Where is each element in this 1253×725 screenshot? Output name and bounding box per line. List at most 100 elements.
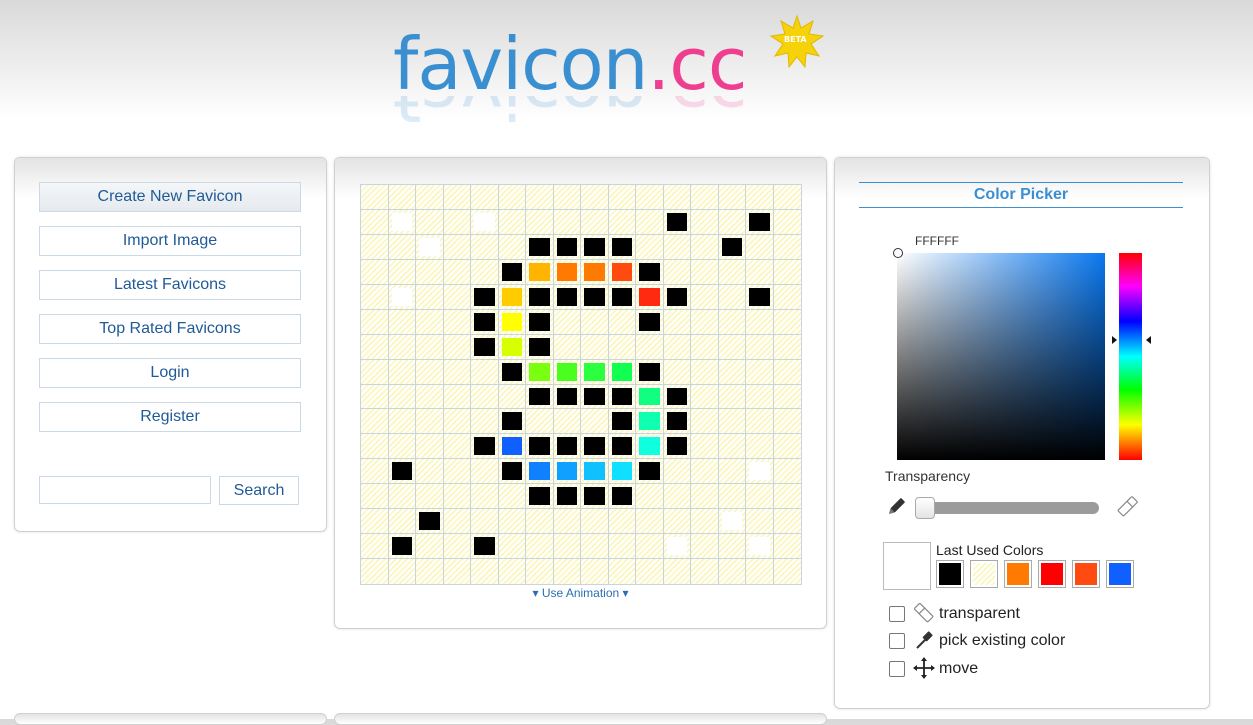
pixel-cell[interactable] <box>636 209 664 235</box>
pixel-cell[interactable] <box>526 459 554 485</box>
pixel-cell[interactable] <box>526 409 554 435</box>
pixel-cell[interactable] <box>608 209 636 235</box>
pixel-cell[interactable] <box>608 509 636 535</box>
pixel-cell[interactable] <box>691 334 719 360</box>
pixel-cell[interactable] <box>553 484 581 510</box>
pixel-cell[interactable] <box>663 309 691 335</box>
pixel-cell[interactable] <box>581 534 609 560</box>
pixel-cell[interactable] <box>361 259 389 285</box>
pixel-cell[interactable] <box>361 459 389 485</box>
pixel-cell[interactable] <box>663 384 691 410</box>
pixel-cell[interactable] <box>663 459 691 485</box>
pixel-cell[interactable] <box>663 259 691 285</box>
pixel-cell[interactable] <box>388 534 416 560</box>
pixel-cell[interactable] <box>718 309 746 335</box>
login-button[interactable]: Login <box>39 358 301 388</box>
last-used-color-swatch[interactable] <box>936 560 964 588</box>
site-logo[interactable]: favicon.cc favicon.cc BETA <box>393 14 833 132</box>
color-selector-handle[interactable] <box>893 248 903 258</box>
pixel-cell[interactable] <box>636 234 664 260</box>
pixel-cell[interactable] <box>498 434 526 460</box>
pixel-cell[interactable] <box>746 284 774 310</box>
pixel-cell[interactable] <box>691 434 719 460</box>
pixel-cell[interactable] <box>691 359 719 385</box>
pixel-cell[interactable] <box>526 484 554 510</box>
pixel-cell[interactable] <box>471 484 499 510</box>
pixel-cell[interactable] <box>388 434 416 460</box>
pixel-cell[interactable] <box>471 434 499 460</box>
pixel-cell[interactable] <box>746 509 774 535</box>
pixel-cell[interactable] <box>581 209 609 235</box>
pixel-cell[interactable] <box>498 234 526 260</box>
pixel-cell[interactable] <box>553 209 581 235</box>
pixel-cell[interactable] <box>416 259 444 285</box>
pixel-cell[interactable] <box>388 559 416 584</box>
pixel-cell[interactable] <box>526 284 554 310</box>
pixel-cell[interactable] <box>773 434 801 460</box>
pixel-cell[interactable] <box>746 459 774 485</box>
pixel-cell[interactable] <box>581 234 609 260</box>
pixel-cell[interactable] <box>608 359 636 385</box>
pixel-cell[interactable] <box>663 334 691 360</box>
use-animation-link[interactable]: ▾ Use Animation ▾ <box>335 586 826 600</box>
pixel-cell[interactable] <box>388 259 416 285</box>
pixel-cell[interactable] <box>608 559 636 584</box>
pixel-cell[interactable] <box>361 434 389 460</box>
pixel-cell[interactable] <box>718 559 746 584</box>
pixel-cell[interactable] <box>581 309 609 335</box>
pixel-cell[interactable] <box>608 185 636 210</box>
pixel-cell[interactable] <box>773 259 801 285</box>
pixel-cell[interactable] <box>526 259 554 285</box>
import-image-button[interactable]: Import Image <box>39 226 301 256</box>
pixel-cell[interactable] <box>471 309 499 335</box>
pixel-cell[interactable] <box>471 459 499 485</box>
pixel-cell[interactable] <box>416 185 444 210</box>
pixel-cell[interactable] <box>443 234 471 260</box>
pixel-cell[interactable] <box>416 534 444 560</box>
pixel-cell[interactable] <box>471 334 499 360</box>
pixel-cell[interactable] <box>663 209 691 235</box>
last-used-color-swatch[interactable] <box>1072 560 1100 588</box>
pixel-cell[interactable] <box>361 284 389 310</box>
pixel-cell[interactable] <box>691 459 719 485</box>
pixel-cell[interactable] <box>443 559 471 584</box>
pixel-cell[interactable] <box>581 509 609 535</box>
pixel-cell[interactable] <box>498 409 526 435</box>
hue-arrow-right-icon[interactable] <box>1146 336 1151 344</box>
pixel-cell[interactable] <box>773 359 801 385</box>
top-rated-favicons-button[interactable]: Top Rated Favicons <box>39 314 301 344</box>
pixel-cell[interactable] <box>471 534 499 560</box>
pixel-cell[interactable] <box>443 459 471 485</box>
pixel-cell[interactable] <box>498 359 526 385</box>
pixel-cell[interactable] <box>746 484 774 510</box>
pixel-cell[interactable] <box>471 509 499 535</box>
pixel-cell[interactable] <box>361 484 389 510</box>
pixel-cell[interactable] <box>388 484 416 510</box>
pixel-cell[interactable] <box>443 384 471 410</box>
transparent-checkbox[interactable] <box>889 606 905 622</box>
pixel-cell[interactable] <box>636 409 664 435</box>
pixel-cell[interactable] <box>361 534 389 560</box>
pixel-grid[interactable] <box>360 184 802 585</box>
pixel-cell[interactable] <box>718 534 746 560</box>
pixel-cell[interactable] <box>636 384 664 410</box>
pixel-cell[interactable] <box>581 284 609 310</box>
pixel-cell[interactable] <box>388 384 416 410</box>
pixel-cell[interactable] <box>471 185 499 210</box>
pixel-cell[interactable] <box>581 334 609 360</box>
pixel-cell[interactable] <box>581 384 609 410</box>
pixel-cell[interactable] <box>526 534 554 560</box>
pixel-cell[interactable] <box>526 434 554 460</box>
pixel-cell[interactable] <box>581 259 609 285</box>
pixel-cell[interactable] <box>471 234 499 260</box>
pixel-cell[interactable] <box>553 359 581 385</box>
pixel-cell[interactable] <box>526 209 554 235</box>
pixel-cell[interactable] <box>471 209 499 235</box>
pixel-cell[interactable] <box>361 234 389 260</box>
pixel-cell[interactable] <box>526 234 554 260</box>
pixel-cell[interactable] <box>636 484 664 510</box>
pixel-cell[interactable] <box>361 384 389 410</box>
pixel-cell[interactable] <box>498 509 526 535</box>
pixel-cell[interactable] <box>718 284 746 310</box>
pixel-cell[interactable] <box>691 309 719 335</box>
